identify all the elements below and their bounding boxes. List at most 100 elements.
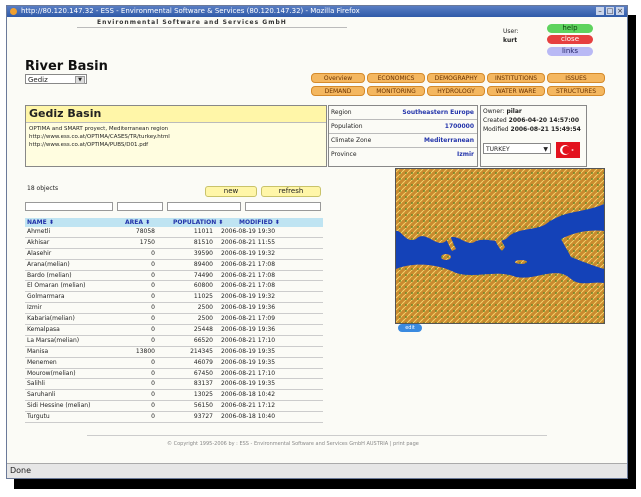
row-area: 0	[151, 304, 155, 312]
basin-link[interactable]: http://www.ess.co.at/OPTIMA/PUBS/D01.pdf	[29, 141, 323, 149]
row-name[interactable]: Ahmetli	[27, 227, 50, 237]
company-name: Environmental Software and Services GmbH	[97, 19, 287, 26]
population-filter-input[interactable]	[167, 202, 241, 211]
row-name[interactable]: Menemen	[27, 358, 57, 368]
table-row[interactable]: Kemalpasa 0 25448 2006-08-19 19:36	[25, 325, 323, 336]
row-area: 0	[151, 358, 155, 366]
row-name[interactable]: Saruhanli	[27, 390, 55, 400]
col-population[interactable]: POPULATION ⬍	[173, 218, 223, 227]
table-row[interactable]: Sidi Hessine (melian) 0 56150 2006-08-21 17…	[25, 401, 323, 413]
col-name[interactable]: NAME ⬍	[27, 218, 54, 227]
row-name[interactable]: Kemalpasa	[27, 325, 60, 335]
row-name[interactable]: Alasehir	[27, 249, 51, 259]
nav-structures[interactable]: STRUCTURES	[547, 86, 605, 96]
row-population: 93727	[193, 413, 213, 421]
row-name[interactable]: Izmir	[27, 303, 42, 313]
row-name[interactable]: Bardo (melian)	[27, 271, 72, 281]
row-name[interactable]: La Marsa(melian)	[27, 336, 79, 346]
row-name[interactable]: Turgutu	[27, 412, 50, 422]
table-row[interactable]: Alasehir 0 39590 2006-08-19 19:32	[25, 249, 323, 260]
new-button[interactable]: new	[205, 186, 257, 197]
modified-line: Modified 2006-08-21 15:49:54	[483, 125, 584, 134]
row-name[interactable]: Arana(melian)	[27, 260, 70, 270]
table-row[interactable]: La Marsa(melian) 0 66520 2006-08-21 17:10	[25, 336, 323, 347]
basin-desc-line: OPTIMA and SMART proyect, Mediterranean …	[29, 126, 169, 132]
row-name[interactable]: Golmarmara	[27, 292, 65, 302]
links-button[interactable]: links	[547, 47, 593, 56]
modified-label: Modified	[483, 126, 509, 133]
row-population: 39590	[193, 249, 213, 257]
row-area: 0	[151, 260, 155, 268]
row-name[interactable]: Akhisar	[27, 238, 49, 248]
table-row[interactable]: Turgutu 0 93727 2006-08-18 10:40	[25, 412, 323, 424]
close-window-icon[interactable]: ×	[616, 7, 624, 15]
close-button[interactable]: close	[547, 35, 593, 44]
col-area[interactable]: AREA ⬍	[125, 218, 150, 227]
nav-demand[interactable]: DEMAND	[311, 86, 365, 96]
nav-issues[interactable]: ISSUES	[547, 73, 605, 83]
nav-water-ware[interactable]: WATER WARE	[487, 86, 545, 96]
country-select[interactable]: TURKEY ▼	[483, 143, 551, 154]
page-title: River Basin	[25, 59, 108, 74]
info-value: Southeastern Europe	[402, 109, 474, 116]
created-label: Created	[483, 117, 507, 124]
table-row[interactable]: Bardo (melian) 0 74490 2006-08-21 17:08	[25, 271, 323, 282]
table-row[interactable]: Mourow(melian) 0 67450 2006-08-21 17:10	[25, 369, 323, 380]
basin-info-panel: Region Southeastern Europe Population 17…	[328, 105, 478, 167]
row-name[interactable]: Salihli	[27, 379, 45, 389]
info-key: Province	[331, 151, 357, 158]
table-row[interactable]: Akhisar 1750 81510 2006-08-21 11:55	[25, 238, 323, 249]
modified-filter-input[interactable]	[245, 202, 321, 211]
table-row[interactable]: Izmir 0 2500 2006-08-19 19:36	[25, 303, 323, 315]
mediterranean-map[interactable]	[395, 168, 605, 324]
nav-economics[interactable]: ECONOMICS	[367, 73, 425, 83]
row-area: 0	[151, 282, 155, 290]
nav-overview[interactable]: Overview	[311, 73, 365, 83]
table-row[interactable]: Golmarmara 0 11025 2006-08-19 19:32	[25, 292, 323, 304]
table-row[interactable]: El Omaran (melian) 0 60800 2006-08-21 17:08	[25, 281, 323, 293]
table-row[interactable]: Kabaria(melian) 0 2500 2006-08-21 17:09	[25, 314, 323, 326]
basin-select[interactable]: Gediz ▼	[25, 74, 87, 84]
nav-demography[interactable]: DEMOGRAPHY	[427, 73, 485, 83]
table-row[interactable]: Saruhanli 0 13025 2006-08-18 10:42	[25, 390, 323, 402]
info-row-region: Region Southeastern Europe	[329, 106, 477, 120]
row-population: 2500	[197, 304, 213, 312]
table-row[interactable]: Manisa 13800 214345 2006-08-19 19:35	[25, 347, 323, 358]
nav-institutions[interactable]: INSTITUTIONS	[487, 73, 545, 83]
nav-hydrology[interactable]: HYDROLOGY	[427, 86, 485, 96]
browser-window: http://80.120.147.32 - ESS - Environment…	[6, 5, 628, 479]
row-name[interactable]: Mourow(melian)	[27, 369, 76, 379]
firefox-icon	[10, 8, 17, 15]
row-area: 0	[151, 336, 155, 344]
row-population: 81510	[193, 238, 213, 246]
page-content: Environmental Software and Services GmbH…	[7, 17, 627, 464]
row-modified: 2006-08-21 17:08	[221, 260, 276, 268]
table-row[interactable]: Salihli 0 83137 2006-08-19 19:35	[25, 379, 323, 391]
help-button[interactable]: help	[547, 24, 593, 33]
nav-monitoring[interactable]: MONITORING	[367, 86, 425, 96]
row-area: 1750	[139, 238, 155, 246]
user-info: User: kurt	[503, 27, 519, 45]
table-row[interactable]: Menemen 0 46079 2006-08-19 19:35	[25, 358, 323, 369]
row-name[interactable]: Kabaria(melian)	[27, 314, 75, 324]
row-name[interactable]: Manisa	[27, 347, 48, 357]
info-row-climate: Climate Zone Mediterranean	[329, 134, 477, 148]
refresh-button[interactable]: refresh	[261, 186, 321, 197]
minimize-icon[interactable]: –	[596, 7, 604, 15]
name-filter-input[interactable]	[25, 202, 113, 211]
row-modified: 2006-08-19 19:36	[221, 326, 276, 334]
area-filter-input[interactable]	[117, 202, 163, 211]
row-modified: 2006-08-19 19:32	[221, 293, 276, 301]
row-name[interactable]: Sidi Hessine (melian)	[27, 401, 90, 411]
row-name[interactable]: El Omaran (melian)	[27, 281, 86, 291]
table-row[interactable]: Arana(melian) 0 89400 2006-08-21 17:08	[25, 260, 323, 271]
owner-label: Owner:	[483, 108, 505, 115]
maximize-icon[interactable]: □	[606, 7, 614, 15]
map-edit-button[interactable]: edit	[398, 324, 422, 332]
owner-line: Owner: pilar	[483, 107, 584, 116]
info-key: Climate Zone	[331, 137, 372, 144]
col-modified[interactable]: MODIFIED ⬍	[239, 218, 280, 227]
filter-row	[25, 202, 325, 213]
basin-link[interactable]: http://www.ess.co.at/OPTIMA/CASES/TR/tur…	[29, 133, 323, 141]
table-row[interactable]: Ahmetli 78058 11011 2006-08-19 19:30	[25, 227, 323, 238]
